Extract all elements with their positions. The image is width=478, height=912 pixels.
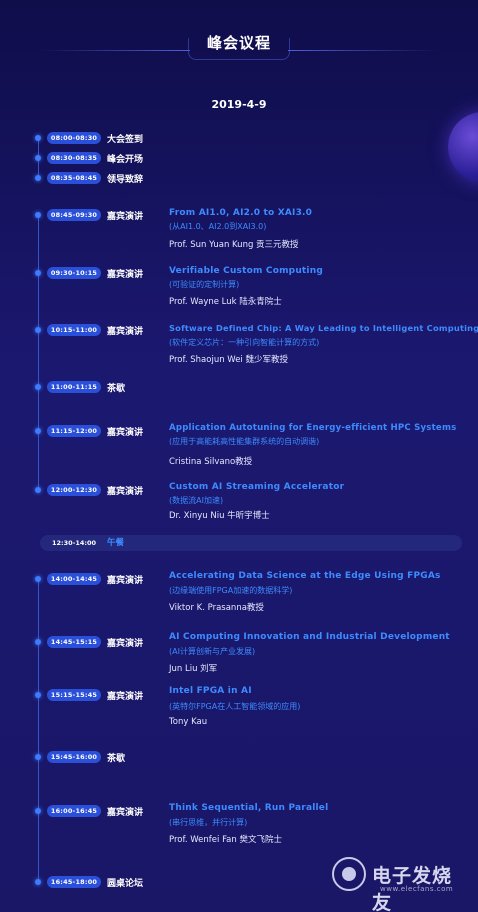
talk-speaker: Prof. Wenfei Fan 樊文飞院士 — [169, 835, 282, 845]
talk-subtitle: (从AI1.0、AI2.0到XAI3.0) — [169, 222, 267, 231]
talk-speaker: Dr. Xinyu Niu 牛昕宇博士 — [169, 511, 270, 521]
talk-subtitle: (软件定义芯片：一种引向智能计算的方式) — [169, 338, 320, 347]
session-type: 嘉宾演讲 — [107, 692, 144, 702]
logo-url: www.elecfans.com — [380, 885, 454, 893]
timeline-dot — [35, 428, 41, 434]
talk-speaker: Prof. Shaojun Wei 魏少军教授 — [169, 355, 288, 365]
session-type: 大会签到 — [107, 135, 144, 145]
talk-subtitle: (数据流AI加速) — [169, 496, 224, 505]
session-type: 茶歇 — [107, 754, 126, 764]
talk-title: Think Sequential, Run Parallel — [169, 803, 329, 813]
timeline-dot — [35, 639, 41, 645]
timeline-dot — [35, 576, 41, 582]
agenda-page: 峰会议程 2019-4-9 08:00-08:30 大会签到 08:30-08:… — [0, 0, 478, 912]
talk-speaker: Jun Liu 刘军 — [169, 664, 218, 674]
talk-title: Accelerating Data Science at the Edge Us… — [169, 571, 441, 581]
page-title: 峰会议程 — [206, 34, 271, 52]
lunch-label: 午餐 — [107, 538, 125, 548]
session-type: 嘉宾演讲 — [107, 576, 144, 586]
session-type: 嘉宾演讲 — [107, 639, 144, 649]
talk-speaker: Prof. Wayne Luk 陆永青院士 — [169, 297, 282, 307]
timeline-line-afternoon — [38, 578, 39, 882]
talk-subtitle: (串行思维，并行计算) — [169, 818, 248, 827]
talk-subtitle: (英特尔FPGA在人工智能领域的应用) — [169, 702, 301, 711]
time-pill: 14:00-14:45 — [47, 573, 101, 585]
talk-subtitle: (边缘端使用FPGA加速的数据科学) — [169, 586, 293, 595]
session-type: 嘉宾演讲 — [107, 808, 144, 818]
session-type: 嘉宾演讲 — [107, 270, 144, 280]
time-pill: 15:15-15:45 — [47, 689, 101, 701]
talk-title: From AI1.0, AI2.0 to XAI3.0 — [169, 208, 313, 218]
time-pill: 12:00-12:30 — [47, 484, 101, 496]
time-pill: 16:45-18:00 — [47, 876, 101, 888]
time-pill: 15:45-16:00 — [47, 751, 101, 763]
time-pill: 14:45-15:15 — [47, 636, 101, 648]
timeline-dot — [35, 212, 41, 218]
talk-speaker: Cristina Silvano教授 — [169, 457, 253, 467]
timeline-dot — [35, 384, 41, 390]
talk-title: Verifiable Custom Computing — [169, 266, 323, 276]
talk-speaker: Viktor K. Prasanna教授 — [169, 603, 264, 613]
planet-decoration — [448, 112, 478, 182]
timeline-dot — [35, 135, 41, 141]
session-type: 圆桌论坛 — [107, 879, 144, 889]
talk-subtitle: (应用于高能耗高性能集群系统的自动调谐) — [169, 437, 320, 446]
session-type: 峰会开场 — [107, 155, 144, 165]
timeline-dot — [35, 879, 41, 885]
time-pill: 08:35-08:45 — [47, 172, 101, 184]
time-pill: 10:15-11:00 — [47, 324, 101, 336]
timeline-dot — [35, 270, 41, 276]
timeline-dot — [35, 175, 41, 181]
time-pill: 08:45-09:30 — [47, 209, 101, 221]
title-header: 峰会议程 — [0, 30, 478, 60]
timeline-dot — [35, 692, 41, 698]
lunch-time: 12:30-14:00 — [52, 539, 97, 547]
talk-title: Custom AI Streaming Accelerator — [169, 482, 345, 492]
talk-speaker: Prof. Sun Yuan Kung 贡三元教授 — [169, 240, 299, 250]
time-pill: 16:00-16:45 — [47, 805, 101, 817]
lunch-break-bar: 12:30-14:00 午餐 — [40, 535, 462, 551]
session-type: 嘉宾演讲 — [107, 327, 144, 337]
talk-title: Intel FPGA in AI — [169, 686, 252, 696]
talk-speaker: Tony Kau — [169, 717, 208, 727]
elecfans-logo: 电子发烧友 www.elecfans.com — [332, 855, 464, 912]
timeline-dot — [35, 155, 41, 161]
timeline-dot — [35, 808, 41, 814]
time-pill: 08:30-08:35 — [47, 152, 101, 164]
talk-title: AI Computing Innovation and Industrial D… — [169, 632, 450, 642]
time-pill: 11:15-12:00 — [47, 425, 101, 437]
session-type: 领导致辞 — [107, 175, 144, 185]
time-pill: 09:30-10:15 — [47, 267, 101, 279]
session-type: 嘉宾演讲 — [107, 212, 144, 222]
talk-subtitle: (AI计算创新与产业发展) — [169, 647, 256, 656]
timeline-dot — [35, 754, 41, 760]
logo-icon — [332, 857, 366, 891]
timeline-dot — [35, 487, 41, 493]
session-type: 嘉宾演讲 — [107, 428, 144, 438]
timeline-line-morning — [38, 215, 39, 491]
talk-title: Software Defined Chip: A Way Leading to … — [169, 323, 478, 333]
time-pill: 08:00-08:30 — [47, 132, 101, 144]
talk-title: Application Autotuning for Energy-effici… — [169, 423, 457, 433]
session-type: 嘉宾演讲 — [107, 487, 144, 497]
time-pill: 11:00-11:15 — [47, 381, 101, 393]
event-date: 2019-4-9 — [211, 98, 267, 111]
talk-subtitle: (可验证的定制计算) — [169, 280, 240, 289]
session-type: 茶歇 — [107, 384, 126, 394]
timeline-dot — [35, 327, 41, 333]
